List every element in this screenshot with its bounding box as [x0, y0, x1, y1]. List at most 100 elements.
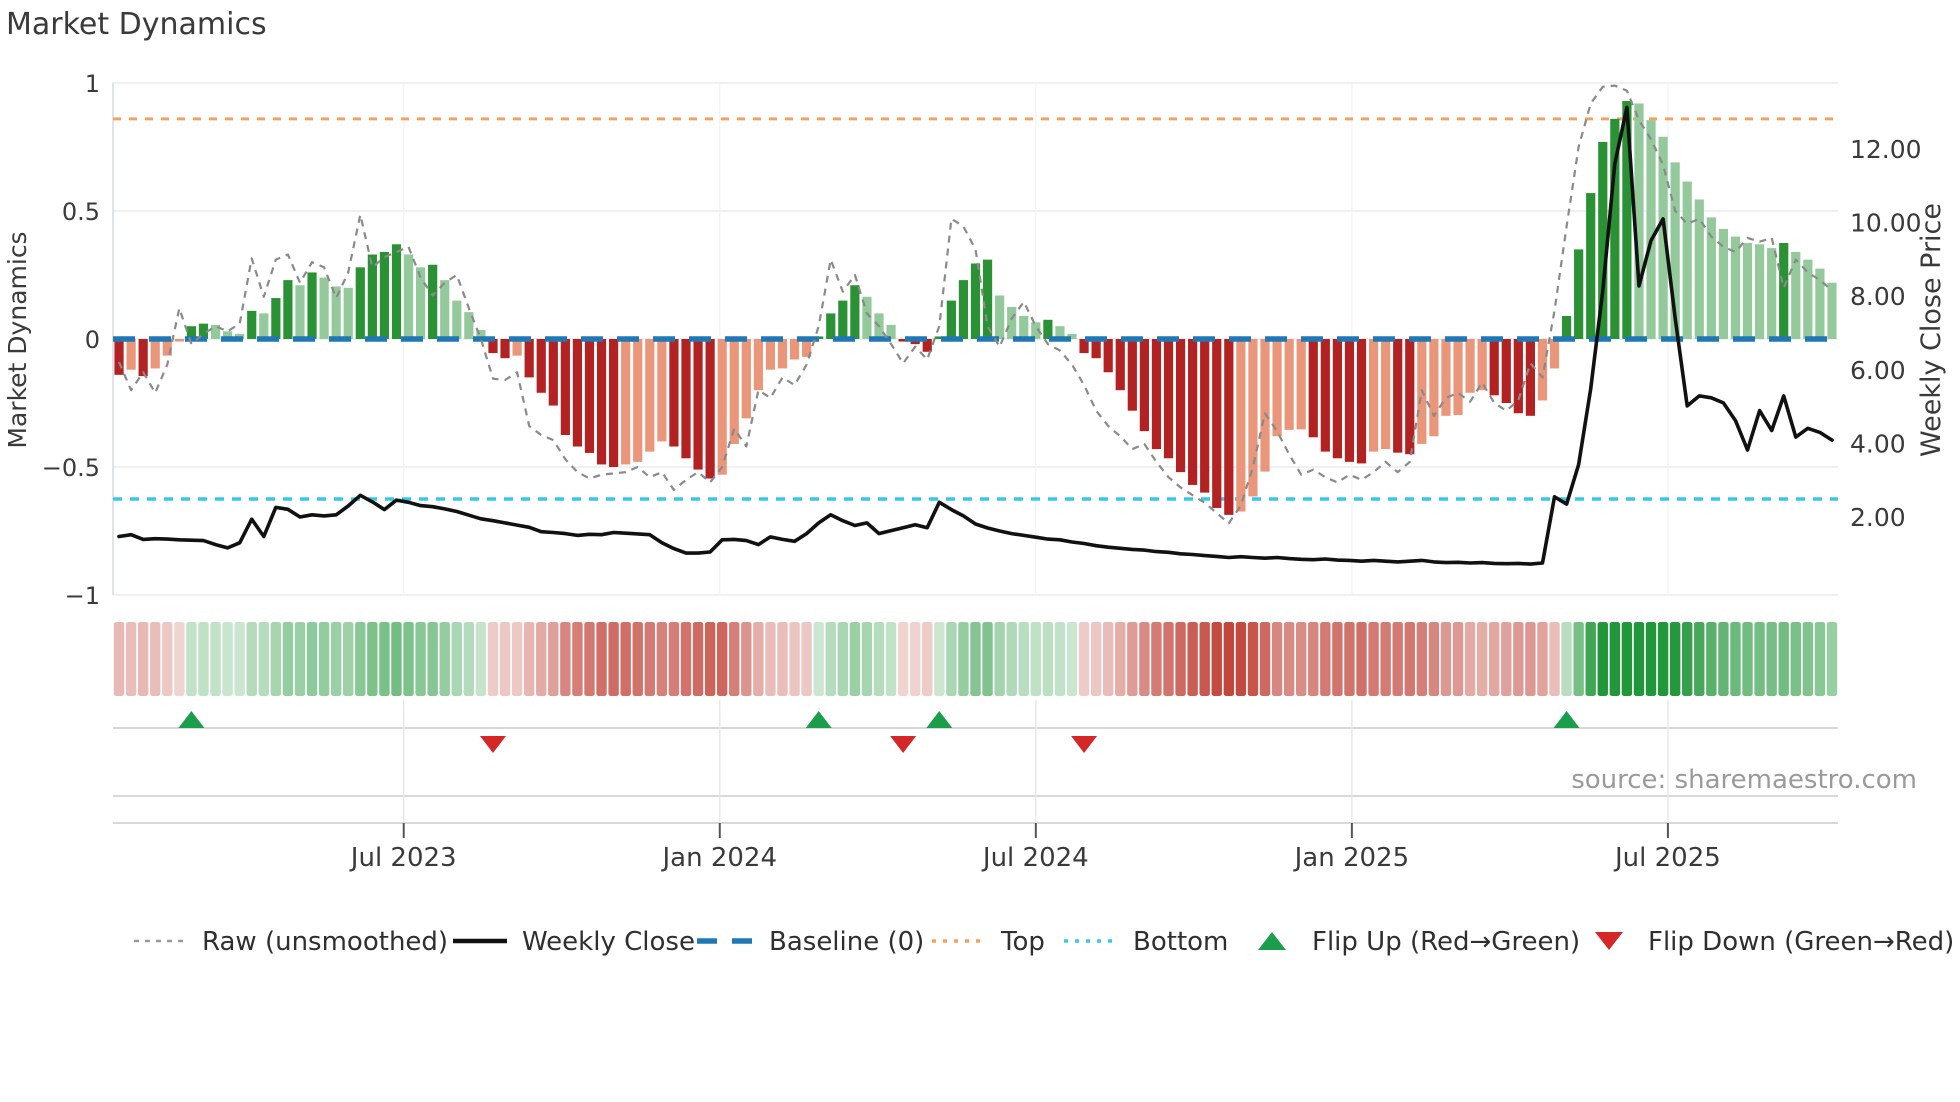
momentum-bar	[1453, 339, 1463, 416]
momentum-bar	[1019, 315, 1029, 339]
heatmap-cell	[560, 622, 571, 696]
momentum-bar	[609, 339, 619, 467]
momentum-bar	[1127, 339, 1137, 411]
momentum-bar	[1103, 339, 1113, 373]
flip-down-marker	[479, 736, 506, 753]
legend-item: Flip Down (Green→Red)	[1595, 927, 1954, 957]
heatmap-cell	[1380, 622, 1391, 696]
heatmap-cell	[463, 622, 475, 696]
momentum-bar	[1296, 339, 1306, 430]
heatmap-cell	[1139, 622, 1150, 696]
momentum-bar	[500, 339, 510, 359]
legend-item: Raw (unsmoothed)	[134, 927, 448, 957]
momentum-bar	[1754, 244, 1765, 339]
heatmap-cell	[656, 622, 668, 696]
heatmap-cell	[1549, 622, 1560, 696]
heatmap-cell	[982, 622, 993, 696]
heatmap-cell	[596, 622, 607, 696]
momentum-bar	[633, 339, 643, 462]
heatmap-cell	[137, 622, 149, 696]
y-right-tick-label: 4.00	[1850, 429, 1906, 458]
momentum-bar	[970, 263, 981, 339]
heatmap-cell	[523, 622, 535, 696]
momentum-bar	[126, 339, 136, 370]
y-left-tick-label: 0.5	[62, 198, 100, 226]
momentum-bar	[1501, 339, 1511, 403]
momentum-bar	[1368, 339, 1379, 452]
heatmap-cell	[692, 622, 704, 696]
momentum-bar	[1356, 339, 1367, 464]
momentum-bar	[789, 339, 800, 360]
heatmap-cell	[801, 622, 812, 696]
heatmap-cell	[1669, 622, 1681, 696]
momentum-bar	[331, 286, 341, 339]
momentum-bar	[596, 339, 607, 465]
heatmap-cell	[258, 622, 269, 696]
momentum-bar	[1212, 339, 1222, 508]
heatmap-cell	[391, 622, 402, 696]
momentum-bar	[958, 280, 969, 339]
momentum-bar	[572, 339, 583, 447]
heatmap-cell	[1187, 622, 1198, 696]
legend-label: Weekly Close	[522, 927, 695, 957]
heatmap-cell	[1090, 622, 1102, 696]
heatmap-cell	[1476, 622, 1488, 696]
flip-up-marker	[926, 711, 953, 728]
heatmap-cell	[1320, 622, 1331, 696]
legend-swatch-triangle-down-icon	[1595, 932, 1623, 950]
heatmap-cell	[1259, 622, 1271, 696]
legend-label: Flip Down (Green→Red)	[1648, 927, 1954, 957]
heatmap-cell	[970, 622, 981, 696]
momentum-bar	[982, 259, 993, 339]
heatmap-cell	[439, 622, 450, 696]
heatmap-cell	[1790, 622, 1801, 696]
heatmap-cell	[1537, 622, 1548, 696]
legend: Raw (unsmoothed) Weekly Close Baseline (0)…	[134, 927, 1954, 957]
heatmap-cell	[1489, 622, 1500, 696]
momentum-bar	[765, 339, 776, 370]
heatmap-cell	[1501, 622, 1512, 696]
flip-up-marker	[805, 711, 832, 728]
heatmap-cell	[294, 622, 306, 696]
legend-item: Top	[932, 927, 1045, 957]
momentum-bar	[440, 280, 450, 339]
legend-label: Baseline (0)	[769, 927, 924, 957]
momentum-bar	[174, 339, 184, 342]
heatmap-cell	[234, 622, 245, 696]
heatmap-cell	[511, 622, 523, 696]
heatmap-cell	[1042, 622, 1054, 696]
heatmap-cell	[198, 622, 209, 696]
chart-canvas: Market Dynamics Market Dynamics Weekly C…	[3, 7, 1954, 957]
momentum-bar	[1742, 243, 1753, 339]
heatmap-cell	[1464, 622, 1476, 696]
heatmap-cell	[1440, 622, 1452, 696]
heatmap-cell	[1633, 622, 1645, 696]
heatmap-cell	[753, 622, 764, 696]
momentum-bar	[1574, 249, 1584, 339]
chart-page: Market Dynamics Market Dynamics Weekly C…	[0, 0, 1960, 1102]
momentum-bar	[826, 313, 836, 339]
heatmap-cell	[873, 622, 885, 696]
heatmap-cell	[1115, 622, 1126, 696]
heatmap-cell	[1766, 622, 1777, 696]
heatmap-cell	[1078, 622, 1090, 696]
momentum-bar	[669, 339, 679, 447]
momentum-bar	[367, 254, 377, 339]
momentum-bar	[355, 267, 365, 339]
momentum-bar	[428, 264, 438, 339]
heatmap-cell	[427, 622, 438, 696]
heatmap-cell	[210, 622, 221, 696]
legend-item: Bottom	[1064, 927, 1228, 957]
momentum-bar	[1779, 243, 1789, 339]
heatmap-cell	[1283, 622, 1295, 696]
heatmap-cell	[1235, 622, 1247, 696]
heatmap-cell	[765, 622, 776, 696]
left-axis-title: Market Dynamics	[3, 231, 32, 448]
y-left-tick-label: −1	[65, 582, 100, 610]
momentum-bar	[1188, 339, 1198, 485]
legend-label: Flip Up (Red→Green)	[1312, 927, 1580, 957]
momentum-bar	[1007, 307, 1017, 339]
heatmap-cell	[150, 622, 161, 696]
momentum-bar	[645, 339, 655, 452]
momentum-bar	[379, 251, 390, 339]
